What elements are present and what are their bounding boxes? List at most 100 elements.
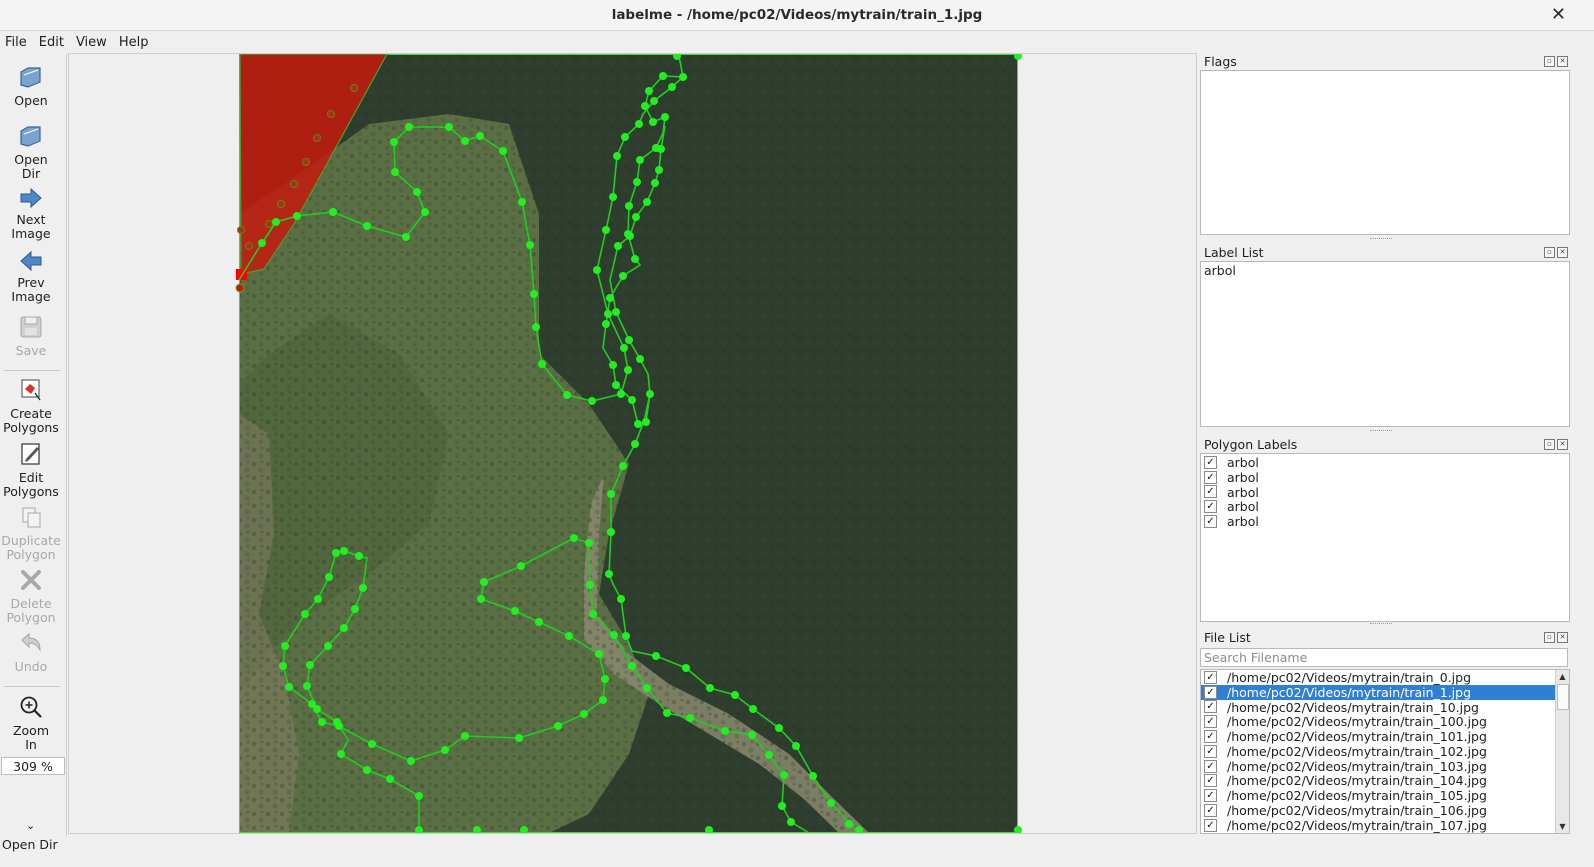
save-label: Save — [15, 343, 47, 358]
file-path-text: /home/pc02/Videos/mytrain/train_106.jpg — [1227, 803, 1487, 819]
file-list-item[interactable]: ✓ /home/pc02/Videos/mytrain/train_102.jpg — [1201, 744, 1569, 759]
file-list-item[interactable]: ✓ /home/pc02/Videos/mytrain/train_101.jpg — [1201, 729, 1569, 744]
polygon-label-text: arbol — [1227, 454, 1259, 470]
flags-panel[interactable] — [1200, 70, 1570, 235]
polygon-label-item[interactable]: ✓ arbol — [1201, 455, 1569, 470]
dock-close-icon[interactable]: ✕ — [1557, 56, 1568, 67]
annotation-canvas[interactable] — [68, 53, 1197, 834]
checkbox-checked-icon[interactable]: ✓ — [1204, 818, 1217, 832]
dock-float-icon[interactable]: ▫ — [1544, 632, 1555, 643]
file-path-text: /home/pc02/Videos/mytrain/train_1.jpg — [1227, 684, 1472, 700]
file-list-item[interactable]: ✓ /home/pc02/Videos/mytrain/train_107.jpg — [1201, 818, 1569, 833]
checkbox-checked-icon[interactable]: ✓ — [1204, 730, 1217, 744]
dock-close-icon[interactable]: ✕ — [1557, 439, 1568, 450]
file-list-panel[interactable]: ✓ /home/pc02/Videos/mytrain/train_0.jpg ✓ /… — [1200, 669, 1570, 834]
file-list-item[interactable]: ✓ /home/pc02/Videos/mytrain/train_0.jpg — [1201, 670, 1569, 685]
label-list-dock: Label List ▫ ✕ arbol — [1200, 244, 1594, 427]
menu-edit[interactable]: Edit — [34, 35, 69, 50]
menu-help[interactable]: Help — [114, 35, 154, 50]
edit-polygon-icon — [21, 443, 40, 465]
next-image-button[interactable]: Next Image — [0, 187, 62, 240]
flags-dock-title: Flags ▫ ✕ — [1200, 53, 1594, 70]
prev-arrow-icon — [20, 250, 42, 272]
delete-polygon-button[interactable]: Delete Polygon — [0, 567, 62, 624]
scroll-down-icon[interactable]: ▼ — [1556, 820, 1569, 833]
file-list-item[interactable]: ✓ /home/pc02/Videos/mytrain/train_105.jpg — [1201, 788, 1569, 803]
undo-icon — [21, 632, 41, 652]
status-text: Open Dir — [2, 837, 58, 852]
file-path-text: /home/pc02/Videos/mytrain/train_103.jpg — [1227, 758, 1487, 774]
close-window-button[interactable]: ✕ — [1551, 4, 1566, 25]
dock-resize-handle[interactable] — [1370, 430, 1392, 433]
checkbox-checked-icon[interactable]: ✓ — [1204, 759, 1217, 773]
polygon-label-item[interactable]: ✓ arbol — [1201, 499, 1569, 514]
checkbox-checked-icon[interactable]: ✓ — [1204, 485, 1217, 499]
dock-resize-handle[interactable] — [1370, 623, 1392, 626]
prev-image-button[interactable]: Prev Image — [0, 250, 62, 303]
file-path-text: /home/pc02/Videos/mytrain/train_102.jpg — [1227, 743, 1487, 759]
label-list-dock-title: Label List ▫ ✕ — [1200, 244, 1594, 261]
scrollbar-thumb[interactable] — [1557, 684, 1569, 710]
file-list-item[interactable]: ✓ /home/pc02/Videos/mytrain/train_104.jpg — [1201, 773, 1569, 789]
polygon-label-text: arbol — [1227, 514, 1259, 530]
file-list-item[interactable]: ✓ /home/pc02/Videos/mytrain/train_103.jpg — [1201, 759, 1569, 774]
dock-resize-handle[interactable] — [1370, 238, 1392, 241]
file-list-item[interactable]: ✓ /home/pc02/Videos/mytrain/train_100.jpg — [1201, 714, 1569, 729]
edit-polygons-button[interactable]: Edit Polygons — [0, 441, 62, 498]
toolbar-separator — [4, 370, 60, 371]
dock-close-icon[interactable]: ✕ — [1557, 247, 1568, 258]
file-list-dock-title: File List ▫ ✕ — [1200, 629, 1594, 646]
checkbox-checked-icon[interactable]: ✓ — [1204, 455, 1217, 469]
file-path-text: /home/pc02/Videos/mytrain/train_0.jpg — [1227, 669, 1472, 685]
dock-float-icon[interactable]: ▫ — [1544, 247, 1555, 258]
file-list-item[interactable]: ✓ /home/pc02/Videos/mytrain/train_10.jpg — [1201, 700, 1569, 715]
checkbox-checked-icon[interactable]: ✓ — [1204, 804, 1217, 818]
menu-view[interactable]: View — [71, 35, 112, 50]
create-polygons-button[interactable]: Create Polygons — [0, 377, 62, 434]
selected-vertex-handle-2[interactable] — [235, 283, 245, 293]
checkbox-checked-icon[interactable]: ✓ — [1204, 470, 1217, 484]
checkbox-checked-icon[interactable]: ✓ — [1204, 515, 1217, 529]
file-list-item[interactable]: ✓ /home/pc02/Videos/mytrain/train_1.jpg — [1201, 685, 1569, 700]
polygon-label-item[interactable]: ✓ arbol — [1201, 514, 1569, 529]
dock-close-icon[interactable]: ✕ — [1557, 632, 1568, 643]
checkbox-checked-icon[interactable]: ✓ — [1204, 500, 1217, 514]
prev-image-label-2: Image — [11, 288, 51, 304]
file-list-item[interactable]: ✓ /home/pc02/Videos/mytrain/train_106.jpg — [1201, 803, 1569, 818]
label-list-title-text: Label List — [1204, 245, 1264, 260]
checkbox-checked-icon[interactable]: ✓ — [1204, 700, 1217, 714]
open-dir-button[interactable]: Open Dir — [0, 123, 62, 180]
open-button[interactable]: Open — [0, 64, 62, 108]
search-filename-input[interactable] — [1200, 648, 1568, 667]
scroll-up-icon[interactable]: ▲ — [1556, 670, 1569, 683]
undo-button[interactable]: Undo — [0, 630, 62, 674]
open-label: Open — [14, 93, 48, 108]
save-button[interactable]: Save — [0, 314, 62, 358]
checkbox-checked-icon[interactable]: ✓ — [1204, 670, 1217, 684]
checkbox-checked-icon[interactable]: ✓ — [1204, 744, 1217, 758]
duplicate-polygon-button[interactable]: Duplicate Polygon — [0, 504, 62, 561]
zoom-level-field[interactable]: 309 % — [1, 757, 65, 775]
menu-file[interactable]: File — [0, 35, 32, 50]
polygon-label-text: arbol — [1227, 469, 1259, 485]
checkbox-checked-icon[interactable]: ✓ — [1204, 715, 1217, 729]
checkbox-checked-icon[interactable]: ✓ — [1204, 789, 1217, 803]
checkbox-checked-icon[interactable]: ✓ — [1204, 774, 1217, 788]
checkbox-checked-icon[interactable]: ✓ — [1204, 685, 1217, 699]
polygon-label-item[interactable]: ✓ arbol — [1201, 485, 1569, 500]
label-list-panel[interactable]: arbol — [1200, 261, 1570, 427]
canvas-image[interactable] — [69, 54, 1196, 833]
toolbar-more-chevron-icon[interactable]: ⌄ — [26, 819, 35, 832]
zoom-in-button[interactable]: Zoom In — [0, 694, 62, 751]
dock-float-icon[interactable]: ▫ — [1544, 56, 1555, 67]
polygon-label-item[interactable]: ✓ arbol — [1201, 470, 1569, 485]
dock-float-icon[interactable]: ▫ — [1544, 439, 1555, 450]
label-list-item[interactable]: arbol — [1201, 262, 1569, 279]
file-list-rows: ✓ /home/pc02/Videos/mytrain/train_0.jpg ✓ /… — [1201, 670, 1569, 833]
file-path-text: /home/pc02/Videos/mytrain/train_10.jpg — [1227, 699, 1479, 715]
undo-label: Undo — [14, 659, 48, 674]
file-path-text: /home/pc02/Videos/mytrain/train_107.jpg — [1227, 817, 1487, 833]
file-list-scrollbar[interactable]: ▲ ▼ — [1555, 670, 1569, 833]
file-path-text: /home/pc02/Videos/mytrain/train_104.jpg — [1227, 773, 1487, 789]
polygon-labels-panel[interactable]: ✓ arbol ✓ arbol ✓ arbol ✓ arbol ✓ arbol — [1200, 453, 1570, 622]
